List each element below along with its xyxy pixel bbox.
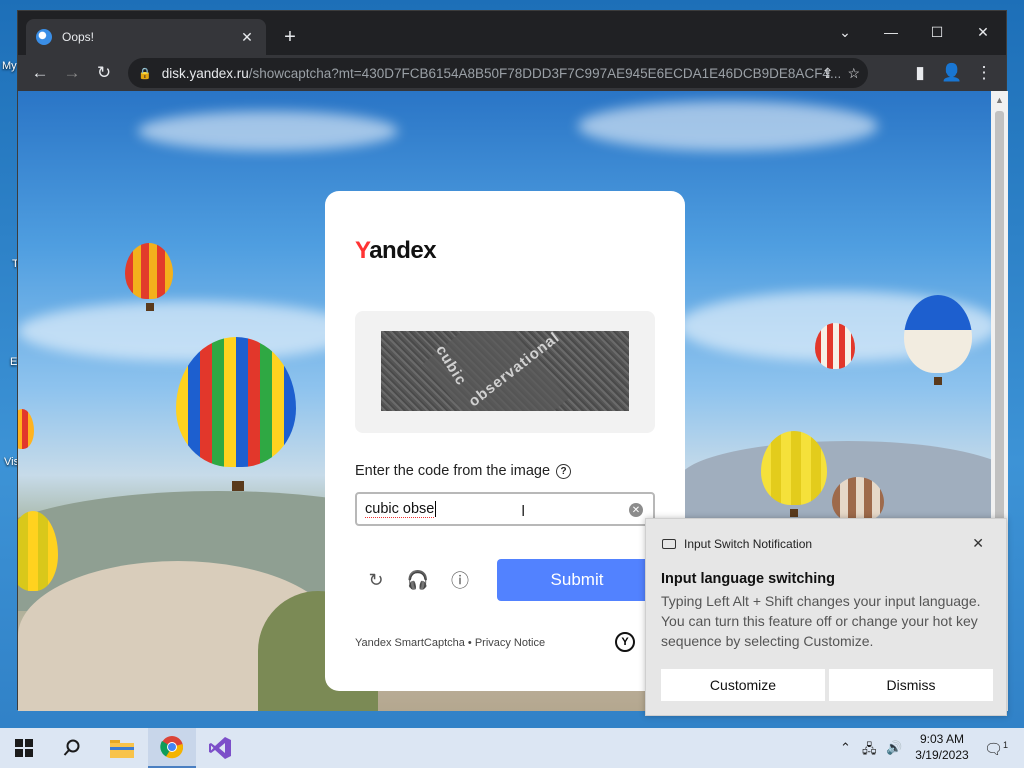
refresh-captcha-icon[interactable]: ↻ — [365, 569, 387, 591]
close-window-button[interactable]: ✕ — [960, 17, 1006, 47]
omnibox-actions: ⇪ ☆ — [822, 58, 860, 88]
notification-header: Input Switch Notification — [662, 537, 812, 551]
taskbar-clock[interactable]: 9:03 AM 3/19/2023 — [910, 731, 974, 763]
hot-air-balloon — [815, 323, 855, 369]
windows-logo-icon — [15, 739, 33, 757]
taskbar: ⌃ 🖧 🔊 9:03 AM 3/19/2023 🗨1 — [0, 728, 1024, 768]
cloud — [138, 111, 398, 151]
new-tab-button[interactable]: + — [278, 25, 302, 49]
cloud — [18, 301, 358, 361]
tab-search-chevron-icon[interactable]: ⌄ — [822, 17, 868, 47]
share-icon[interactable]: ⇪ — [822, 65, 834, 82]
action-center-icon[interactable]: 🗨1 — [984, 740, 1008, 758]
dismiss-button[interactable]: Dismiss — [829, 669, 993, 701]
volume-icon[interactable]: 🔊 — [886, 740, 902, 756]
captcha-instruction-text: Enter the code from the image — [355, 463, 551, 479]
yandex-disk-favicon-icon — [36, 29, 52, 45]
help-question-icon[interactable]: ? — [556, 463, 572, 479]
captcha-footer[interactable]: Yandex SmartCaptcha • Privacy Notice — [355, 637, 545, 649]
tab-title: Oops! — [62, 30, 95, 44]
search-button[interactable] — [48, 728, 96, 768]
hot-air-balloon — [904, 295, 972, 373]
notification-count-badge: 1 — [1003, 740, 1009, 750]
address-bar[interactable]: 🔒 disk.yandex.ru /showcaptcha?mt=430D7FC… — [128, 58, 868, 88]
tab-oops[interactable]: Oops! ✕ — [26, 19, 266, 55]
cloud — [578, 101, 878, 151]
show-hidden-icons-chevron-icon[interactable]: ⌃ — [840, 740, 851, 756]
clock-date: 3/19/2023 — [915, 748, 969, 762]
hot-air-balloon — [18, 409, 34, 449]
audio-captcha-headphones-icon[interactable]: 🎧 — [407, 569, 429, 591]
clear-input-icon[interactable]: ✕ — [629, 503, 643, 517]
yandex-logo-y: Y — [355, 237, 370, 264]
visual-studio-button[interactable] — [196, 728, 244, 768]
captcha-input[interactable]: cubic obse ✕ — [355, 492, 655, 526]
chrome-taskbar-button[interactable] — [148, 728, 196, 768]
captcha-image: cubic observational — [381, 331, 629, 411]
notification-app-name: Input Switch Notification — [684, 537, 813, 551]
yandex-logo-rest: andex — [369, 237, 437, 264]
tab-close-icon[interactable]: ✕ — [238, 29, 256, 46]
balloon-basket — [146, 303, 154, 311]
smartcaptcha-badge-icon: Y — [615, 632, 635, 652]
notification-close-icon[interactable]: ✕ — [972, 535, 984, 552]
captcha-card: Yandex cubic observational Enter the cod… — [325, 191, 685, 691]
folder-icon — [110, 740, 134, 758]
back-button[interactable]: ← — [24, 57, 56, 89]
chrome-icon — [160, 736, 184, 759]
bookmark-star-icon[interactable]: ☆ — [847, 65, 860, 82]
balloon-basket — [232, 481, 244, 491]
forward-button[interactable]: → — [56, 57, 88, 89]
url-host: disk.yandex.ru — [161, 65, 249, 81]
yandex-logo: Yandex — [355, 237, 437, 265]
input-switch-notification: Input Switch Notification ✕ Input langua… — [645, 518, 1007, 716]
desktop-icon-label-my: My — [2, 60, 17, 72]
search-icon — [63, 739, 80, 756]
maximize-button[interactable]: ☐ — [914, 17, 960, 47]
keyboard-icon — [662, 539, 676, 549]
profile-icon[interactable]: 👤 — [936, 57, 968, 89]
notification-body: Typing Left Alt + Shift changes your inp… — [661, 593, 981, 649]
info-icon[interactable]: ⓘ — [449, 569, 471, 591]
notification-title: Input language switching — [661, 571, 835, 587]
submit-button[interactable]: Submit — [497, 559, 657, 601]
start-button[interactable] — [0, 728, 48, 768]
hot-air-balloon — [761, 431, 827, 505]
reload-button[interactable]: ↻ — [88, 57, 120, 89]
file-explorer-button[interactable] — [98, 728, 146, 768]
hot-air-balloon — [832, 477, 884, 523]
lock-icon: 🔒 — [138, 67, 152, 80]
captcha-input-value: cubic obse — [365, 500, 435, 518]
visual-studio-icon — [209, 737, 231, 759]
hot-air-balloon — [176, 337, 296, 467]
captcha-image-frame: cubic observational — [355, 311, 655, 433]
hot-air-balloon — [125, 243, 173, 299]
side-panel-icon[interactable]: ▮ — [904, 57, 936, 89]
scroll-up-arrow-icon[interactable]: ▲ — [995, 95, 1004, 105]
clock-time: 9:03 AM — [919, 732, 965, 746]
browser-toolbar: ← → ↻ 🔒 disk.yandex.ru /showcaptcha?mt=4… — [18, 55, 1006, 91]
balloon-basket — [934, 377, 942, 385]
balloon-basket — [790, 509, 798, 517]
minimize-button[interactable]: — — [868, 17, 914, 47]
network-icon[interactable]: 🖧 — [862, 740, 877, 762]
customize-button[interactable]: Customize — [661, 669, 825, 701]
tab-bar: Oops! ✕ + ⌄ — ☐ ✕ — [18, 11, 1006, 55]
captcha-instruction: Enter the code from the image ? — [355, 463, 572, 479]
text-caret — [435, 501, 437, 517]
url-path: /showcaptcha?mt=430D7FCB6154A8B50F78DDD3… — [248, 65, 842, 81]
menu-kebab-icon[interactable]: ⋮ — [968, 57, 1000, 89]
ibeam-cursor-icon: I — [521, 503, 526, 520]
